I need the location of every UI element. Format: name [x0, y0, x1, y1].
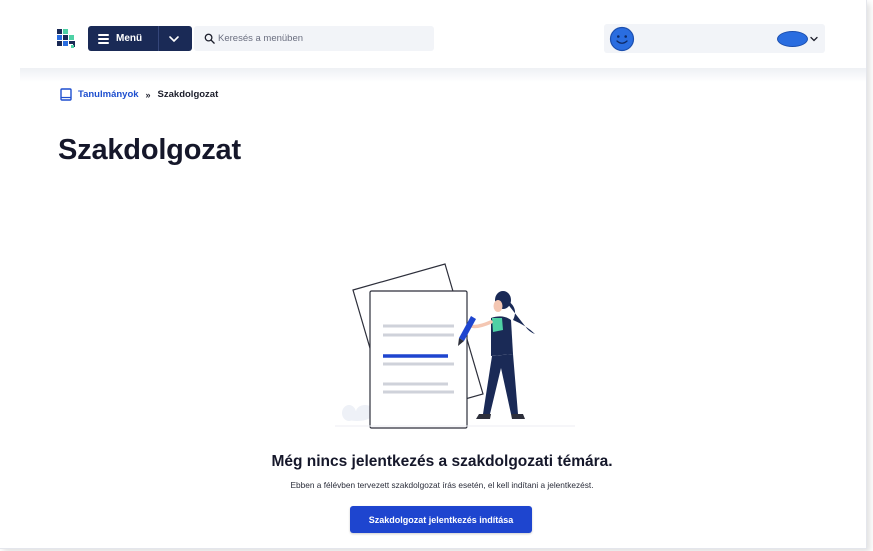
profile-avatar: [777, 31, 808, 47]
top-header: Menü: [0, 0, 866, 68]
user-area: [604, 24, 825, 53]
neptun-logo-icon[interactable]: [56, 28, 78, 50]
empty-state-illustration: [335, 263, 575, 429]
hamburger-icon: [98, 33, 109, 44]
empty-state-description: Ebben a félévben tervezett szakdolgozat …: [290, 480, 594, 490]
menu-label: Menü: [116, 33, 143, 44]
breadcrumb-separator: »: [145, 89, 151, 100]
app-window: Menü Keresés a menüben Tanulmányok » Sza…: [0, 0, 867, 549]
menu-search: [194, 26, 434, 51]
smiley-avatar-icon[interactable]: [609, 26, 635, 52]
chevron-down-icon[interactable]: [168, 33, 180, 45]
breadcrumb-current: Szakdolgozat: [157, 89, 219, 100]
search-input[interactable]: [218, 33, 428, 44]
page-title: Szakdolgozat: [58, 134, 241, 166]
menu-divider: [158, 26, 159, 51]
chevron-down-icon: [810, 36, 818, 42]
breadcrumb-link-tanulmanyok[interactable]: Tanulmányok: [78, 89, 139, 100]
breadcrumb: Tanulmányok » Szakdolgozat: [60, 88, 218, 101]
search-icon: [204, 33, 215, 44]
header-shadow: [20, 68, 866, 82]
start-thesis-application-button[interactable]: Szakdolgozat jelentkezés indítása: [350, 506, 532, 533]
empty-state-title: Még nincs jelentkezés a szakdolgozati té…: [271, 453, 613, 470]
book-icon: [60, 88, 72, 101]
profile-dropdown-toggle[interactable]: [777, 31, 822, 47]
menu-button[interactable]: Menü: [88, 26, 192, 51]
